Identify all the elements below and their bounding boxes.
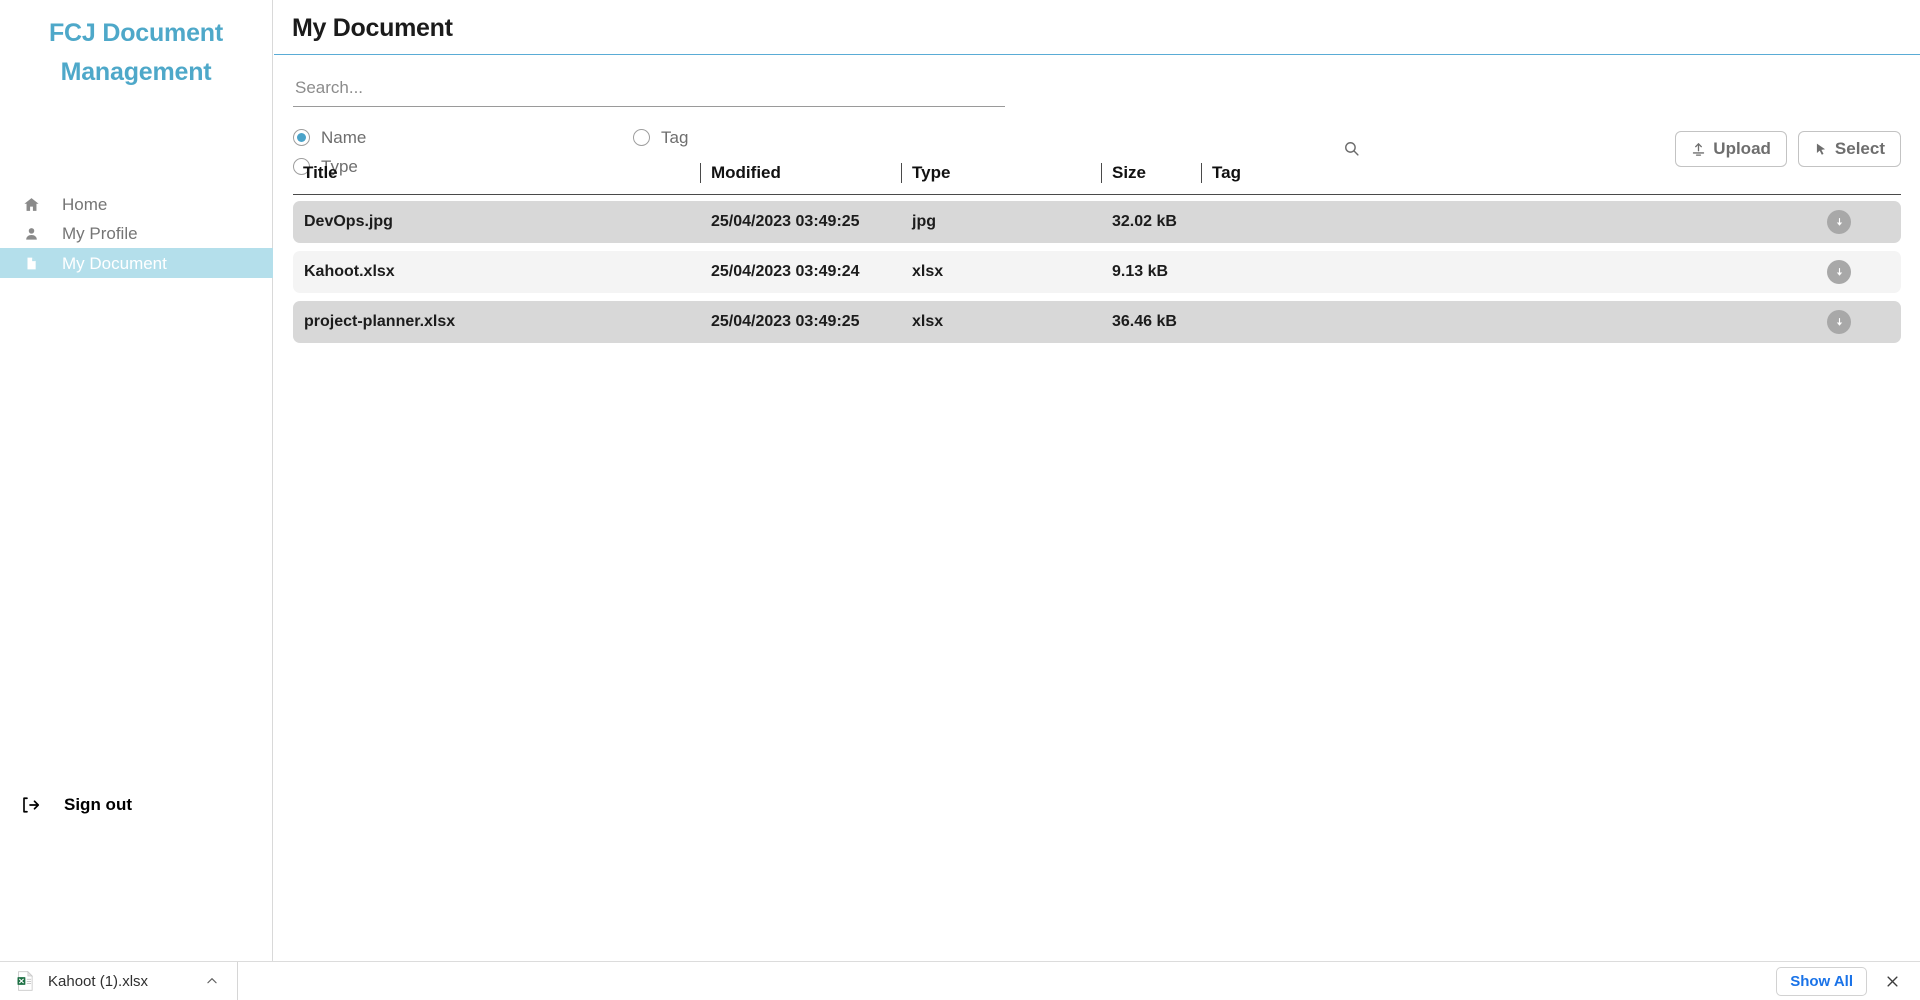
radio-label: Name: [321, 127, 367, 147]
app-root: FCJ Document Management Home My Profile …: [0, 0, 1920, 1000]
page-header: My Document: [274, 0, 1920, 55]
column-header-title[interactable]: Title: [293, 163, 700, 183]
cell-type: xlsx: [912, 263, 944, 280]
download-shelf: Kahoot (1).xlsx Show All: [0, 961, 1920, 1000]
cursor-arrow-icon: [1814, 142, 1828, 157]
search-icon[interactable]: [1336, 133, 1366, 163]
download-file-name: Kahoot (1).xlsx: [48, 972, 149, 990]
show-all-button[interactable]: Show All: [1776, 966, 1867, 996]
toolbar: Name Tag Type: [274, 55, 1920, 176]
cell-type: xlsx: [912, 313, 944, 330]
cell-title: Kahoot.xlsx: [304, 263, 395, 280]
person-icon: [20, 226, 42, 242]
search-field-wrapper: [293, 73, 1005, 107]
search-input[interactable]: [293, 73, 1005, 107]
sidebar-item-label: My Document: [62, 253, 167, 273]
table-header-row: Title Modified Type Size Tag: [293, 163, 1901, 195]
upload-button[interactable]: Upload: [1675, 131, 1787, 167]
document-icon: [20, 255, 42, 272]
app-brand: FCJ Document Management: [0, 0, 272, 92]
sign-out-button[interactable]: Sign out: [18, 795, 132, 815]
upload-label: Upload: [1713, 139, 1771, 158]
documents-table: Title Modified Type Size Tag DevOps.jpg …: [293, 163, 1901, 351]
upload-icon: [1691, 142, 1706, 157]
action-buttons: Upload Select: [1675, 131, 1901, 167]
sidebar-item-label: Home: [62, 195, 108, 214]
sidebar-item-my-document[interactable]: My Document: [0, 248, 273, 278]
home-icon: [20, 196, 42, 213]
cell-modified: 25/04/2023 03:49:25: [711, 313, 860, 330]
select-label: Select: [1834, 139, 1885, 158]
sidebar-item-my-profile[interactable]: My Profile: [0, 219, 273, 248]
download-icon[interactable]: [1827, 310, 1851, 334]
select-button[interactable]: Select: [1797, 131, 1901, 167]
table-row[interactable]: project-planner.xlsx 25/04/2023 03:49:25…: [293, 301, 1901, 343]
close-icon[interactable]: [1881, 970, 1903, 992]
download-icon[interactable]: [1827, 210, 1851, 234]
radio-option-name[interactable]: Name: [293, 128, 633, 148]
cell-size: 9.13 kB: [1112, 263, 1169, 280]
chevron-up-icon[interactable]: [205, 974, 219, 988]
cell-modified: 25/04/2023 03:49:24: [711, 263, 860, 280]
brand-line-2: Management: [60, 58, 212, 86]
page-title: My Document: [292, 14, 453, 42]
column-header-type[interactable]: Type: [901, 163, 1101, 183]
cell-modified: 25/04/2023 03:49:25: [711, 213, 860, 230]
logout-icon: [18, 796, 42, 814]
excel-file-icon: [16, 970, 34, 991]
table-body: DevOps.jpg 25/04/2023 03:49:25 jpg 32.02…: [293, 195, 1901, 343]
brand-line-1: FCJ Document: [48, 19, 223, 47]
sidebar-item-label: My Profile: [62, 224, 138, 243]
column-header-tag[interactable]: Tag: [1201, 163, 1901, 183]
cell-title: project-planner.xlsx: [304, 313, 456, 330]
main-content: My Document Name: [274, 0, 1920, 961]
table-row[interactable]: Kahoot.xlsx 25/04/2023 03:49:24 xlsx 9.1…: [293, 251, 1901, 293]
cell-size: 36.46 kB: [1112, 313, 1177, 330]
radio-indicator: [293, 129, 310, 146]
cell-type: jpg: [912, 213, 936, 230]
radio-label: Tag: [661, 127, 689, 147]
column-header-modified[interactable]: Modified: [700, 163, 901, 183]
shelf-actions: Show All: [1776, 966, 1920, 996]
download-icon[interactable]: [1827, 260, 1851, 284]
sign-out-label: Sign out: [64, 795, 132, 814]
table-row[interactable]: DevOps.jpg 25/04/2023 03:49:25 jpg 32.02…: [293, 201, 1901, 243]
cell-size: 32.02 kB: [1112, 213, 1177, 230]
radio-row-1: Name Tag: [293, 123, 1053, 152]
radio-option-tag[interactable]: Tag: [633, 128, 688, 148]
sidebar: FCJ Document Management Home My Profile …: [0, 0, 273, 961]
sidebar-item-home[interactable]: Home: [0, 190, 273, 219]
column-header-size[interactable]: Size: [1101, 163, 1201, 183]
sidebar-nav: Home My Profile My Document: [0, 190, 273, 278]
cell-title: DevOps.jpg: [304, 213, 393, 230]
radio-indicator: [633, 129, 650, 146]
download-item[interactable]: Kahoot (1).xlsx: [0, 961, 238, 1000]
